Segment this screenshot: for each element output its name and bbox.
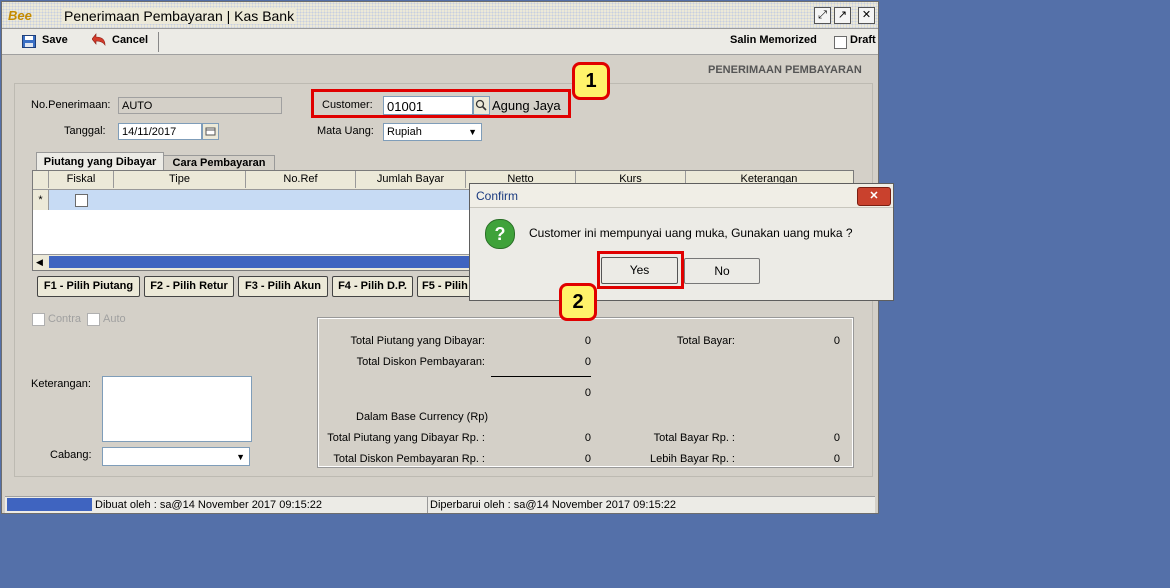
tab-piutang[interactable]: Piutang yang Dibayar	[36, 152, 164, 171]
mata-uang-value: Rupiah	[387, 126, 422, 138]
toolbar-divider	[158, 32, 159, 52]
row-marker: *	[33, 190, 49, 210]
dialog-title-bar: Confirm ✕	[470, 184, 893, 208]
chevron-down-icon: ▼	[468, 127, 477, 137]
base-currency-label: Dalam Base Currency (Rp)	[356, 411, 489, 423]
col-fiskal[interactable]: Fiskal	[49, 171, 114, 188]
no-penerimaan-label: No.Penerimaan:	[31, 99, 111, 111]
draft-label: Draft	[850, 34, 876, 46]
title-bar: Bee Penerimaan Pembayaran | Kas Bank ⤢ ↗…	[2, 2, 878, 29]
status-progress	[7, 498, 92, 511]
no-penerimaan-field: AUTO	[118, 97, 282, 114]
salin-memorized-button[interactable]: Salin Memorized	[730, 34, 817, 46]
total-bayar-label: Total Bayar:	[676, 335, 735, 347]
no-button[interactable]: No	[684, 258, 760, 284]
total-diskon-rp-value: 0	[584, 453, 591, 465]
subtotal-value: 0	[584, 387, 591, 399]
no-label: No	[714, 264, 730, 278]
scroll-thumb[interactable]	[49, 256, 469, 268]
keterangan-textarea[interactable]	[102, 376, 252, 442]
maximize-icon[interactable]: ↗	[834, 7, 851, 24]
auto-label: Auto	[103, 313, 126, 325]
annotation-box-yes	[597, 251, 684, 289]
fiskal-checkbox[interactable]	[75, 194, 88, 207]
dialog-title: Confirm	[476, 189, 519, 203]
cancel-icon	[91, 33, 108, 48]
window-title: Penerimaan Pembayaran | Kas Bank	[62, 8, 297, 24]
total-diskon-rp-label: Total Diskon Pembayaran Rp. :	[333, 453, 485, 465]
bee-logo: Bee	[8, 8, 32, 23]
scroll-left-icon[interactable]: ◀	[36, 257, 43, 268]
col-jumlah-bayar[interactable]: Jumlah Bayar	[356, 171, 466, 188]
tanggal-label: Tanggal:	[64, 125, 106, 137]
cabang-select[interactable]: ▼	[102, 447, 250, 466]
close-icon[interactable]: ✕	[858, 7, 875, 24]
total-diskon-label: Total Diskon Pembayaran:	[356, 356, 485, 368]
total-piutang-rp-label: Total Piutang yang Dibayar Rp. :	[327, 432, 485, 444]
save-icon	[22, 35, 36, 48]
status-bar: Dibuat oleh : sa@14 November 2017 09:15:…	[5, 496, 875, 513]
annotation-badge-2: 2	[559, 283, 597, 321]
restore-icon[interactable]: ⤢	[814, 7, 831, 24]
dialog-message: Customer ini mempunyai uang muka, Gunaka…	[529, 226, 853, 240]
cabang-label: Cabang:	[50, 449, 92, 461]
total-piutang-label: Total Piutang yang Dibayar:	[350, 335, 485, 347]
pilih-more-button[interactable]: F5 - Pilih	[417, 276, 477, 297]
sum-divider	[491, 376, 591, 377]
mata-uang-label: Mata Uang:	[317, 125, 374, 137]
close-icon[interactable]: ✕	[857, 187, 891, 206]
draft-checkbox[interactable]	[834, 36, 847, 49]
col-noref[interactable]: No.Ref	[246, 171, 356, 188]
status-dibuat: Dibuat oleh : sa@14 November 2017 09:15:…	[95, 499, 323, 511]
summary-panel: Total Piutang yang Dibayar: 0 Total Disk…	[317, 317, 854, 468]
mata-uang-select[interactable]: Rupiah ▼	[383, 123, 482, 141]
pilih-akun-button[interactable]: F3 - Pilih Akun	[238, 276, 328, 297]
pilih-retur-button[interactable]: F2 - Pilih Retur	[144, 276, 234, 297]
pilih-piutang-button[interactable]: F1 - Pilih Piutang	[37, 276, 140, 297]
auto-checkbox[interactable]	[87, 313, 100, 326]
tanggal-field[interactable]: 14/11/2017	[118, 123, 202, 140]
contra-checkbox[interactable]	[32, 313, 45, 326]
total-bayar-rp-value: 0	[833, 432, 840, 444]
chevron-down-icon: ▼	[236, 452, 245, 462]
total-piutang-rp-value: 0	[584, 432, 591, 444]
tab-cara-pembayaran[interactable]: Cara Pembayaran	[163, 155, 275, 171]
toolbar: Save Cancel Salin Memorized Draft	[2, 29, 878, 55]
total-piutang-value: 0	[584, 335, 591, 347]
section-title: PENERIMAAN PEMBAYARAN	[708, 64, 862, 76]
annotation-box-customer	[311, 89, 571, 118]
save-button[interactable]: Save	[42, 34, 68, 46]
col-tipe[interactable]: Tipe	[114, 171, 246, 188]
calendar-icon[interactable]	[202, 123, 219, 140]
row-header-corner	[33, 171, 49, 188]
pilih-dp-button[interactable]: F4 - Pilih D.P.	[332, 276, 413, 297]
cancel-button[interactable]: Cancel	[112, 34, 148, 46]
lebih-bayar-rp-label: Lebih Bayar Rp. :	[650, 453, 735, 465]
question-icon: ?	[485, 219, 515, 249]
annotation-badge-1: 1	[572, 62, 610, 100]
lebih-bayar-rp-value: 0	[833, 453, 840, 465]
total-bayar-value: 0	[833, 335, 840, 347]
contra-label: Contra	[48, 313, 82, 325]
total-bayar-rp-label: Total Bayar Rp. :	[653, 432, 735, 444]
status-divider	[427, 497, 428, 513]
keterangan-label: Keterangan:	[31, 378, 91, 390]
status-diperbarui: Diperbarui oleh : sa@14 November 2017 09…	[430, 499, 676, 511]
total-diskon-value: 0	[584, 356, 591, 368]
